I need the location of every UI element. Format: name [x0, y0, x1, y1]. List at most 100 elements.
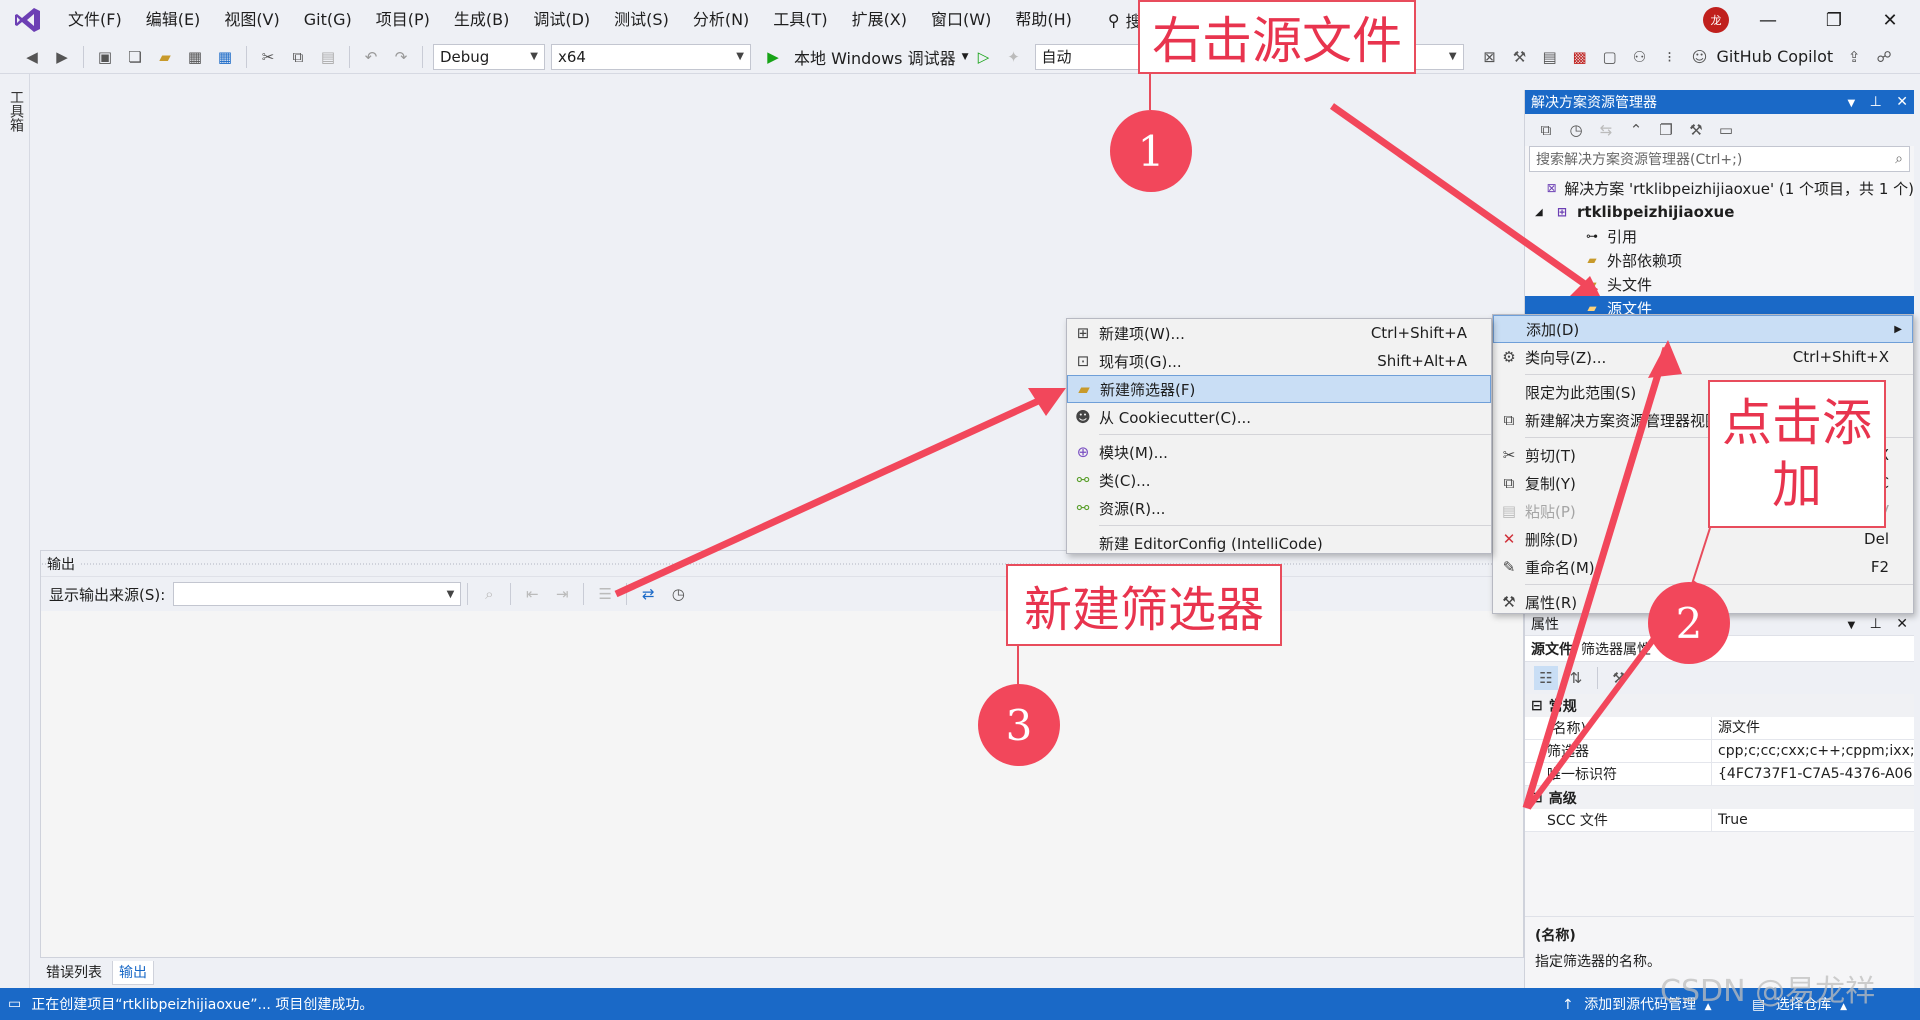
- undo-icon[interactable]: ↶: [359, 45, 383, 69]
- menu-item[interactable]: ⊕ 模块(M)...: [1067, 438, 1491, 466]
- tree-item-external-deps[interactable]: ▰ 外部依赖项: [1525, 248, 1914, 272]
- word-wrap-icon[interactable]: ⇄: [636, 582, 660, 606]
- chevron-down-icon[interactable]: ▼: [962, 52, 969, 62]
- collapse-icon[interactable]: ⊟: [1531, 698, 1543, 714]
- menu-item[interactable]: Git(G): [292, 0, 364, 40]
- add-item-icon[interactable]: ❏: [123, 45, 147, 69]
- property-category-advanced[interactable]: ⊟ 高级: [1525, 786, 1914, 809]
- show-all-files-icon[interactable]: ❐: [1654, 118, 1678, 142]
- avatar[interactable]: 龙: [1703, 7, 1729, 33]
- copilot-icon[interactable]: ☺: [1688, 45, 1712, 69]
- feedback-icon[interactable]: ☍: [1872, 45, 1896, 69]
- platform-select[interactable]: x64 ▼: [551, 43, 751, 70]
- tree-item-header-files[interactable]: ▰ 头文件: [1525, 272, 1914, 296]
- preview-icon[interactable]: ▭: [1714, 118, 1738, 142]
- menu-item[interactable]: ⚯ 类(C)...: [1067, 466, 1491, 494]
- menu-item[interactable]: ☻ 从 Cookiecutter(C)...: [1067, 403, 1491, 431]
- visual-studio-logo-icon[interactable]: [12, 4, 44, 36]
- start-debug-icon[interactable]: ▶: [761, 45, 785, 69]
- menu-item[interactable]: 扩展(X): [840, 0, 919, 40]
- run-label[interactable]: 本地 Windows 调试器: [794, 45, 956, 69]
- property-value[interactable]: {4FC737F1-C7A5-4376-A06: [1711, 762, 1914, 786]
- switch-views-icon[interactable]: ⧉: [1534, 118, 1558, 142]
- menu-item[interactable]: 测试(S): [602, 0, 681, 40]
- menu-item[interactable]: 视图(V): [212, 0, 291, 40]
- menu-item[interactable]: 帮助(H): [1003, 0, 1084, 40]
- sync-icon[interactable]: ⇆: [1594, 118, 1618, 142]
- paste-icon[interactable]: ▤: [316, 45, 340, 69]
- property-value[interactable]: cpp;c;cc;cxx;c++;cppm;ixx;: [1711, 739, 1914, 763]
- properties-icon[interactable]: ▤: [1538, 45, 1562, 69]
- tree-item-references[interactable]: ⊶ 引用: [1525, 224, 1914, 248]
- menu-item[interactable]: 编辑(E): [134, 0, 213, 40]
- toolbox-tab[interactable]: 工具箱: [6, 90, 26, 132]
- menu-item[interactable]: 项目(P): [364, 0, 442, 40]
- property-row[interactable]: SCC 文件 True: [1525, 808, 1914, 832]
- chevron-down-icon[interactable]: ▼: [1847, 98, 1855, 109]
- prev-message-icon[interactable]: ⇤: [520, 582, 544, 606]
- menu-item[interactable]: 添加(D) ▶: [1493, 315, 1913, 343]
- expand-icon[interactable]: ◢: [1535, 207, 1553, 218]
- hot-reload-icon[interactable]: ✦: [1002, 45, 1026, 69]
- menu-item[interactable]: 窗口(W): [919, 0, 1003, 40]
- team-icon[interactable]: ⚇: [1628, 45, 1652, 69]
- find-in-output-icon[interactable]: ⌕: [477, 582, 501, 606]
- copilot-button[interactable]: GitHub Copilot: [1717, 47, 1834, 66]
- clock-icon[interactable]: ◷: [666, 582, 690, 606]
- configuration-select[interactable]: Debug ▼: [433, 43, 545, 70]
- close-icon[interactable]: ✕: [1862, 0, 1918, 40]
- categorized-icon[interactable]: ☷: [1534, 666, 1558, 690]
- back-icon[interactable]: ◀: [20, 45, 44, 69]
- solution-search-input[interactable]: 搜索解决方案资源管理器(Ctrl+;) ⌕: [1529, 146, 1910, 172]
- property-category-general[interactable]: ⊟ 常规: [1525, 694, 1914, 717]
- open-folder-icon[interactable]: ▰: [153, 45, 177, 69]
- start-without-debug-icon[interactable]: ▷: [972, 45, 996, 69]
- wrench-icon[interactable]: ⚒: [1508, 45, 1532, 69]
- tree-item-solution[interactable]: ⊠ 解决方案 'rtklibpeizhijiaoxue' (1 个项目，共 1 …: [1525, 176, 1914, 200]
- clear-all-icon[interactable]: ☰: [593, 582, 617, 606]
- save-icon[interactable]: ▦: [183, 45, 207, 69]
- menu-item[interactable]: 新建 EditorConfig (IntelliCode): [1067, 529, 1491, 557]
- new-project-icon[interactable]: ▣: [93, 45, 117, 69]
- wrench-icon[interactable]: ⚒: [1684, 118, 1708, 142]
- menu-item[interactable]: ▰ 新建筛选器(F): [1067, 375, 1491, 403]
- redo-icon[interactable]: ↷: [389, 45, 413, 69]
- copy-icon[interactable]: ⧉: [286, 45, 310, 69]
- window-icon[interactable]: ▢: [1598, 45, 1622, 69]
- tab-error-list[interactable]: 错误列表: [40, 961, 108, 985]
- collapse-icon[interactable]: ⊟: [1531, 790, 1543, 806]
- property-value[interactable]: 源文件: [1711, 716, 1914, 740]
- menu-item[interactable]: 分析(N): [681, 0, 761, 40]
- forward-icon[interactable]: ▶: [50, 45, 74, 69]
- save-all-icon[interactable]: ▦: [213, 45, 237, 69]
- pin-icon[interactable]: ⊥: [1870, 94, 1882, 110]
- wrench-icon[interactable]: ⚒: [1607, 666, 1631, 690]
- property-row[interactable]: 唯一标识符 {4FC737F1-C7A5-4376-A06: [1525, 762, 1914, 786]
- pin-icon[interactable]: ⊥: [1870, 616, 1882, 632]
- menu-item[interactable]: ✎ 重命名(M) F2: [1493, 553, 1913, 581]
- property-row[interactable]: 筛选器 cpp;c;cc;cxx;c++;cppm;ixx;: [1525, 739, 1914, 763]
- menu-item[interactable]: 调试(D): [521, 0, 602, 40]
- menu-item[interactable]: ⊞ 新建项(W)... Ctrl+Shift+A: [1067, 319, 1491, 347]
- menu-item[interactable]: 生成(B): [442, 0, 521, 40]
- toolbox-icon[interactable]: ▩: [1568, 45, 1592, 69]
- history-icon[interactable]: ◷: [1564, 118, 1588, 142]
- property-value[interactable]: True: [1711, 808, 1914, 832]
- share-icon[interactable]: ⇪: [1842, 45, 1866, 69]
- menu-item[interactable]: ⚙ 类向导(Z)... Ctrl+Shift+X: [1493, 343, 1913, 371]
- next-message-icon[interactable]: ⇥: [550, 582, 574, 606]
- minimize-icon[interactable]: —: [1740, 0, 1796, 40]
- restore-icon[interactable]: ❐: [1806, 0, 1862, 40]
- menu-item[interactable]: ⊡ 现有项(G)... Shift+Alt+A: [1067, 347, 1491, 375]
- output-text-area[interactable]: [41, 611, 1523, 957]
- output-source-select[interactable]: ▼: [173, 582, 462, 606]
- menu-item[interactable]: ✕ 删除(D) Del: [1493, 525, 1913, 553]
- menu-item[interactable]: 文件(F): [56, 0, 134, 40]
- solution-icon[interactable]: ⊠: [1478, 45, 1502, 69]
- menu-item[interactable]: 工具(T): [761, 0, 839, 40]
- alphabetical-icon[interactable]: ⇅: [1564, 666, 1588, 690]
- cut-icon[interactable]: ✂: [256, 45, 280, 69]
- close-icon[interactable]: ✕: [1896, 616, 1908, 632]
- property-row[interactable]: (名称) 源文件: [1525, 716, 1914, 740]
- chevron-down-icon[interactable]: ▼: [1847, 620, 1855, 631]
